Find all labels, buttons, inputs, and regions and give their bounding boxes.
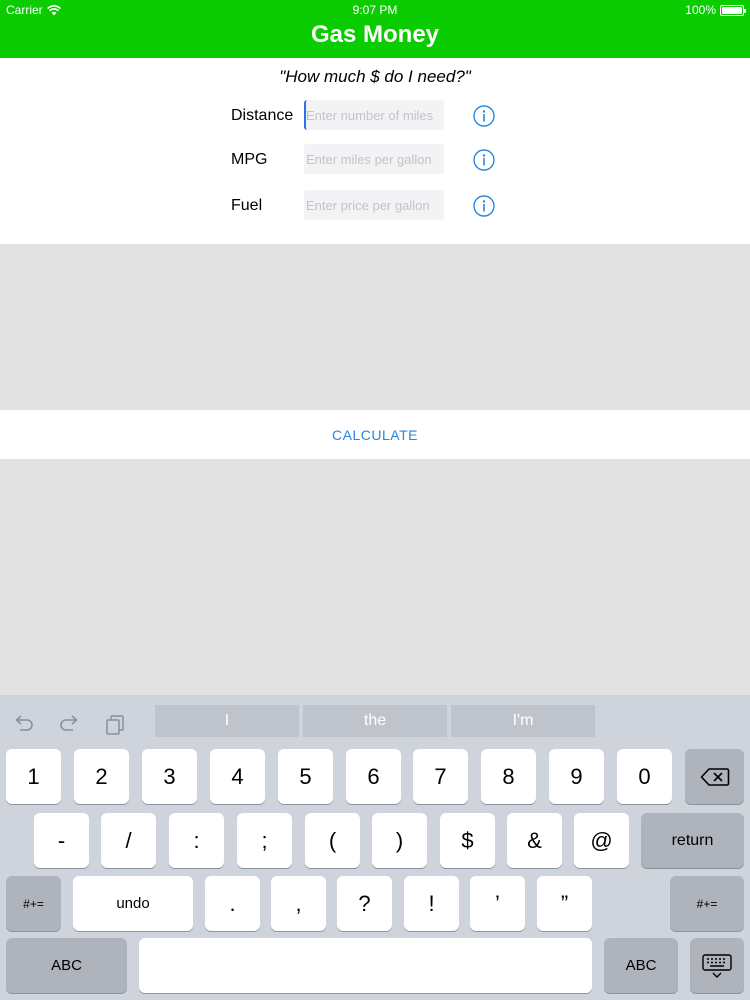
distance-row: Distance Enter number of miles <box>0 100 750 132</box>
undo-key[interactable]: undo <box>73 876 193 931</box>
key-0[interactable]: 0 <box>617 749 672 804</box>
key-comma[interactable]: , <box>271 876 326 931</box>
key-7[interactable]: 7 <box>413 749 468 804</box>
undo-icon[interactable] <box>12 713 36 735</box>
key-1[interactable]: 1 <box>6 749 61 804</box>
redo-icon[interactable] <box>57 713 81 735</box>
status-bar: Carrier 9:07 PM 100% <box>0 0 750 20</box>
key-hyphen[interactable]: - <box>34 813 89 868</box>
battery-percent: 100% <box>685 3 716 17</box>
key-at[interactable]: @ <box>574 813 629 868</box>
key-ampersand[interactable]: & <box>507 813 562 868</box>
key-quote[interactable]: ” <box>537 876 592 931</box>
abc-key-left[interactable]: ABC <box>6 938 127 993</box>
distance-input[interactable]: Enter number of miles <box>304 100 444 130</box>
key-5[interactable]: 5 <box>278 749 333 804</box>
mpg-label: MPG <box>231 151 268 168</box>
space-key[interactable] <box>139 938 592 993</box>
symbols-key-right[interactable]: #+= <box>670 876 744 931</box>
mpg-row: MPG Enter miles per gallon <box>0 144 750 176</box>
calculate-bar: CALCULATE <box>0 410 750 459</box>
mpg-input[interactable]: Enter miles per gallon <box>304 144 444 174</box>
app-header: Carrier 9:07 PM 100% Gas Money <box>0 0 750 58</box>
status-right: 100% <box>685 3 746 17</box>
key-open-paren[interactable]: ( <box>305 813 360 868</box>
suggestion-item[interactable]: I <box>155 705 299 737</box>
battery-icon <box>720 4 746 16</box>
key-slash[interactable]: / <box>101 813 156 868</box>
paste-icon[interactable] <box>103 713 127 735</box>
suggestion-bar: I the I'm <box>0 695 750 743</box>
key-question[interactable]: ? <box>337 876 392 931</box>
info-icon[interactable] <box>473 105 495 127</box>
info-icon[interactable] <box>473 149 495 171</box>
suggestion-item[interactable]: the <box>303 705 447 737</box>
key-semicolon[interactable]: ; <box>237 813 292 868</box>
key-9[interactable]: 9 <box>549 749 604 804</box>
status-time: 9:07 PM <box>352 3 398 17</box>
abc-key-right[interactable]: ABC <box>604 938 678 993</box>
key-dollar[interactable]: $ <box>440 813 495 868</box>
key-2[interactable]: 2 <box>74 749 129 804</box>
suggestion-item[interactable]: I'm <box>451 705 595 737</box>
key-4[interactable]: 4 <box>210 749 265 804</box>
key-apostrophe[interactable]: ’ <box>470 876 525 931</box>
key-6[interactable]: 6 <box>346 749 401 804</box>
key-8[interactable]: 8 <box>481 749 536 804</box>
keyboard-dismiss-icon <box>702 953 732 978</box>
page-title: Gas Money <box>310 21 440 48</box>
backspace-key[interactable] <box>685 749 744 804</box>
key-period[interactable]: . <box>205 876 260 931</box>
fuel-input[interactable]: Enter price per gallon <box>304 190 444 220</box>
key-close-paren[interactable]: ) <box>372 813 427 868</box>
fuel-label: Fuel <box>231 197 263 214</box>
distance-label: Distance <box>231 107 294 124</box>
key-3[interactable]: 3 <box>142 749 197 804</box>
form-card: "How much $ do I need?" Distance Enter n… <box>0 58 750 244</box>
return-key[interactable]: return <box>641 813 744 868</box>
dismiss-keyboard-key[interactable] <box>690 938 744 993</box>
info-icon[interactable] <box>473 195 495 217</box>
symbols-key-left[interactable]: #+= <box>6 876 61 931</box>
question-text: "How much $ do I need?" <box>279 67 471 86</box>
calculate-button[interactable]: CALCULATE <box>332 427 418 443</box>
key-exclamation[interactable]: ! <box>404 876 459 931</box>
keyboard: I the I'm 1 2 3 4 5 6 7 8 9 0 - / : ; ( … <box>0 695 750 1000</box>
backspace-icon <box>700 767 729 786</box>
fuel-row: Fuel Enter price per gallon <box>0 190 750 222</box>
key-colon[interactable]: : <box>169 813 224 868</box>
